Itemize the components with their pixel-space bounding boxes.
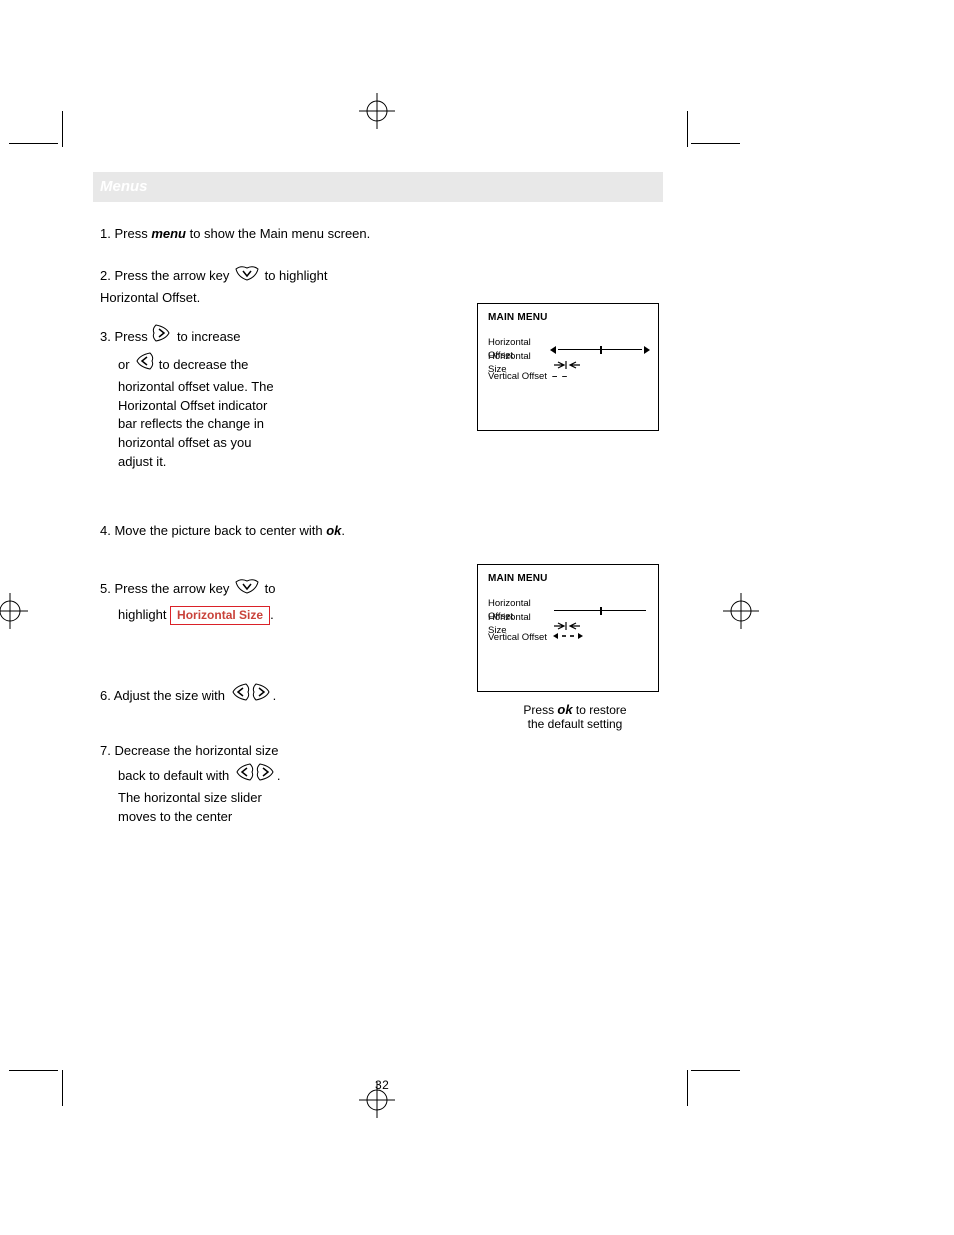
arrow-down-icon <box>234 265 260 289</box>
registration-mark-mid-left <box>0 593 28 629</box>
ok-key-label: ok <box>326 523 341 538</box>
screen-title: MAIN MENU <box>488 572 648 586</box>
arrow-left-icon <box>230 681 250 709</box>
step-5: 5. Press the arrow key to highlight Hori… <box>100 578 380 625</box>
step-4: 4. Move the picture back to center with … <box>100 522 440 541</box>
horizontal-offset-slider <box>552 606 648 616</box>
arrow-left-icon <box>234 761 254 789</box>
step-number: 3. <box>100 329 111 344</box>
horizontal-size-indicator <box>552 359 582 369</box>
step-number: 4. <box>100 523 111 538</box>
step-1: 1. Press menu to show the Main menu scre… <box>100 225 430 244</box>
arrow-right-icon <box>256 761 276 789</box>
step-number: 5. <box>100 581 111 596</box>
step-3: 3. Press to increase or to decrease the … <box>100 322 350 472</box>
arrow-left-icon <box>134 350 154 378</box>
arrow-right-icon <box>252 681 272 709</box>
step-number: 6. <box>100 688 111 703</box>
vertical-offset-dashes: – – <box>552 371 568 384</box>
step-7: 7. Decrease the horizontal size back to … <box>100 742 380 826</box>
registration-mark-mid-right <box>723 593 759 629</box>
step-number: 2. <box>100 268 111 283</box>
arrow-right-icon <box>152 322 172 350</box>
section-header-bar <box>93 172 663 202</box>
vertical-offset-indicator <box>552 630 598 647</box>
ok-key-label: ok <box>557 702 572 717</box>
horizontal-offset-slider <box>552 345 648 355</box>
horizontal-size-indicator <box>552 620 582 630</box>
highlighted-menu-item: Horizontal Size <box>170 606 270 625</box>
step-6: 6. Adjust the size with . <box>100 681 380 709</box>
menu-key-label: menu <box>151 226 186 241</box>
step-2: 2. Press the arrow key to highlight Hori… <box>100 265 340 308</box>
step-number: 1. <box>100 226 111 241</box>
registration-mark-top-center <box>359 93 395 129</box>
screen-caption: Press ok to restore the default setting <box>500 702 650 731</box>
registration-mark-bottom-center <box>359 1082 395 1118</box>
tv-screen-horizontal-size: MAIN MENU Horizontal Offset Horizontal S… <box>477 564 659 692</box>
tv-screen-horizontal-offset: MAIN MENU Horizontal Offset Horizontal S… <box>477 303 659 431</box>
step-number: 7. <box>100 743 111 758</box>
section-header-text: Menus <box>100 178 148 195</box>
screen-title: MAIN MENU <box>488 311 648 325</box>
arrow-down-icon <box>234 578 260 602</box>
